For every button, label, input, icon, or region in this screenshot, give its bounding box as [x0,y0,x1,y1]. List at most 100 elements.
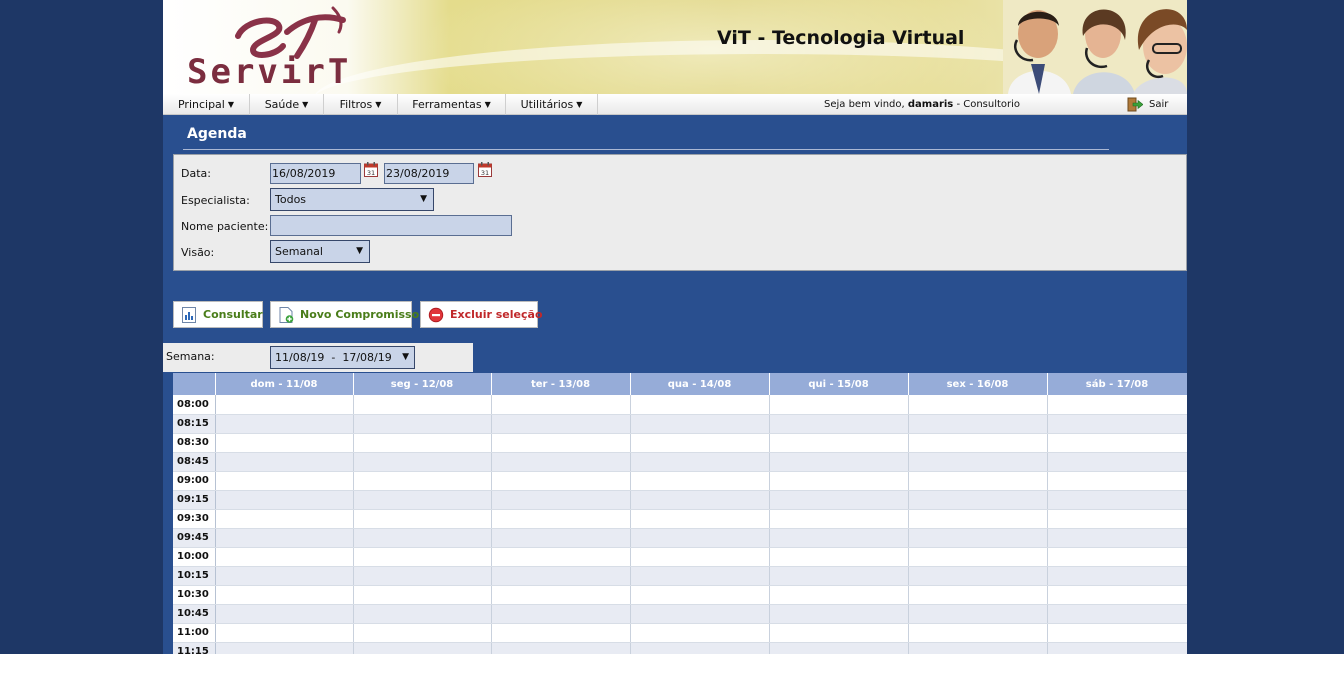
menu-filtros[interactable]: Filtros ▼ [324,94,398,115]
calendar-slot-cell[interactable] [630,452,770,472]
calendar-slot-cell[interactable] [630,604,770,624]
menu-utilitarios[interactable]: Utilitários ▼ [506,94,598,115]
calendar-slot-cell[interactable] [215,490,354,510]
calendar-slot-cell[interactable] [908,414,1048,434]
date-to-input[interactable]: 23/08/2019 [384,163,474,184]
calendar-slot-cell[interactable] [1047,604,1187,624]
calendar-slot-cell[interactable] [353,528,492,548]
calendar-slot-cell[interactable] [1047,642,1187,654]
calendar-slot-cell[interactable] [491,585,631,605]
calendar-slot-cell[interactable] [1047,528,1187,548]
calendar-slot-cell[interactable] [1047,509,1187,529]
calendar-slot-cell[interactable] [353,395,492,415]
calendar-slot-cell[interactable] [769,642,909,654]
calendar-slot-cell[interactable] [630,490,770,510]
calendar-slot-cell[interactable] [353,433,492,453]
calendar-slot-cell[interactable] [353,642,492,654]
calendar-slot-cell[interactable] [630,509,770,529]
calendar-slot-cell[interactable] [630,585,770,605]
menu-principal[interactable]: Principal ▼ [163,94,250,115]
calendar-slot-cell[interactable] [353,604,492,624]
new-appointment-button[interactable]: Novo Compromisso [270,301,419,328]
calendar-slot-cell[interactable] [908,528,1048,548]
calendar-slot-cell[interactable] [908,642,1048,654]
patient-name-input[interactable] [270,215,512,236]
calendar-icon[interactable]: 31 [364,162,378,177]
calendar-slot-cell[interactable] [769,528,909,548]
calendar-slot-cell[interactable] [215,528,354,548]
calendar-slot-cell[interactable] [908,604,1048,624]
calendar-slot-cell[interactable] [908,509,1048,529]
calendar-slot-cell[interactable] [491,604,631,624]
calendar-slot-cell[interactable] [630,471,770,491]
calendar-slot-cell[interactable] [491,471,631,491]
calendar-slot-cell[interactable] [1047,490,1187,510]
menu-ferramentas[interactable]: Ferramentas ▼ [398,94,506,115]
calendar-slot-cell[interactable] [491,433,631,453]
calendar-slot-cell[interactable] [215,623,354,643]
calendar-slot-cell[interactable] [630,566,770,586]
calendar-slot-cell[interactable] [215,585,354,605]
calendar-slot-cell[interactable] [908,433,1048,453]
calendar-slot-cell[interactable] [215,433,354,453]
calendar-slot-cell[interactable] [769,433,909,453]
week-select[interactable]: 11/08/19 - 17/08/19 ▼ [270,346,415,369]
calendar-slot-cell[interactable] [353,623,492,643]
calendar-slot-cell[interactable] [1047,547,1187,567]
calendar-slot-cell[interactable] [215,452,354,472]
calendar-slot-cell[interactable] [215,642,354,654]
calendar-slot-cell[interactable] [769,509,909,529]
calendar-slot-cell[interactable] [353,547,492,567]
calendar-slot-cell[interactable] [908,490,1048,510]
calendar-slot-cell[interactable] [491,566,631,586]
calendar-slot-cell[interactable] [630,414,770,434]
calendar-slot-cell[interactable] [215,547,354,567]
calendar-slot-cell[interactable] [908,547,1048,567]
calendar-slot-cell[interactable] [215,604,354,624]
calendar-slot-cell[interactable] [908,395,1048,415]
calendar-slot-cell[interactable] [769,395,909,415]
calendar-slot-cell[interactable] [353,585,492,605]
calendar-slot-cell[interactable] [353,471,492,491]
calendar-slot-cell[interactable] [353,490,492,510]
calendar-slot-cell[interactable] [1047,433,1187,453]
calendar-slot-cell[interactable] [769,452,909,472]
calendar-slot-cell[interactable] [491,452,631,472]
calendar-slot-cell[interactable] [908,452,1048,472]
calendar-slot-cell[interactable] [1047,566,1187,586]
calendar-slot-cell[interactable] [630,642,770,654]
calendar-slot-cell[interactable] [215,414,354,434]
calendar-slot-cell[interactable] [491,642,631,654]
calendar-slot-cell[interactable] [491,547,631,567]
calendar-slot-cell[interactable] [353,414,492,434]
delete-selection-button[interactable]: Excluir seleção [420,301,543,328]
calendar-slot-cell[interactable] [491,395,631,415]
calendar-slot-cell[interactable] [908,585,1048,605]
calendar-slot-cell[interactable] [908,566,1048,586]
calendar-slot-cell[interactable] [1047,414,1187,434]
calendar-slot-cell[interactable] [769,414,909,434]
calendar-slot-cell[interactable] [1047,395,1187,415]
calendar-slot-cell[interactable] [491,623,631,643]
calendar-slot-cell[interactable] [769,547,909,567]
specialist-select[interactable]: Todos ▼ [270,188,434,211]
calendar-slot-cell[interactable] [630,623,770,643]
calendar-slot-cell[interactable] [1047,452,1187,472]
calendar-slot-cell[interactable] [353,452,492,472]
calendar-slot-cell[interactable] [769,623,909,643]
calendar-slot-cell[interactable] [215,566,354,586]
calendar-slot-cell[interactable] [1047,585,1187,605]
date-from-input[interactable]: 16/08/2019 [270,163,361,184]
consult-button[interactable]: Consultar [173,301,263,328]
view-select[interactable]: Semanal ▼ [270,240,370,263]
calendar-slot-cell[interactable] [908,623,1048,643]
calendar-slot-cell[interactable] [630,433,770,453]
calendar-slot-cell[interactable] [215,471,354,491]
calendar-icon[interactable]: 31 [478,162,492,177]
calendar-slot-cell[interactable] [491,490,631,510]
calendar-slot-cell[interactable] [769,566,909,586]
calendar-slot-cell[interactable] [630,528,770,548]
calendar-slot-cell[interactable] [491,528,631,548]
calendar-slot-cell[interactable] [215,395,354,415]
calendar-slot-cell[interactable] [1047,623,1187,643]
